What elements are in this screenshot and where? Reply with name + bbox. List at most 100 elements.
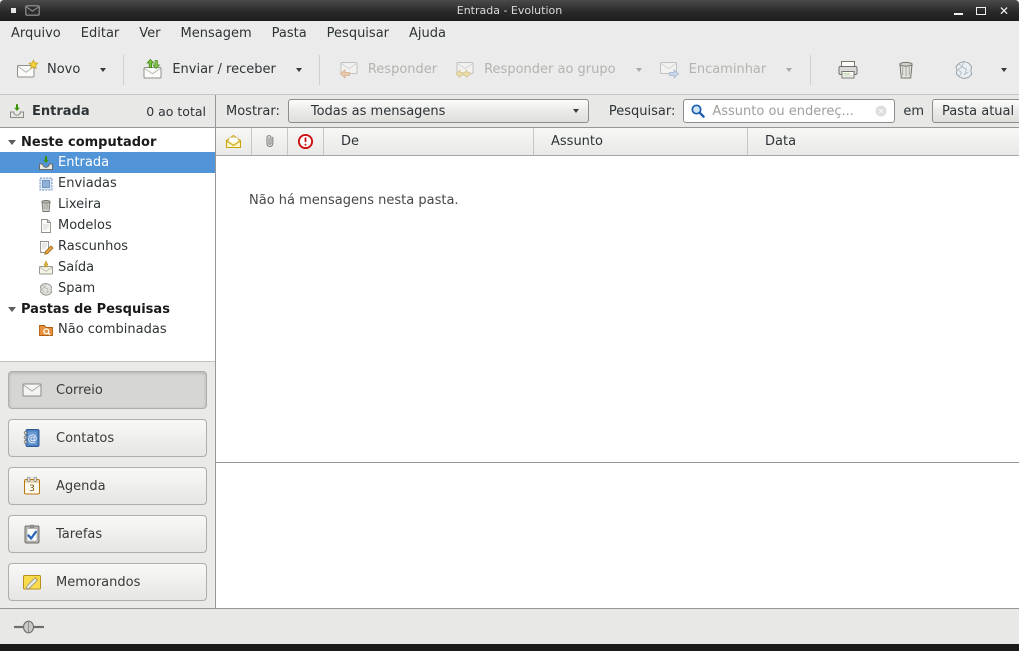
filterbar: Entrada 0 ao total Mostrar: Todas as men… — [0, 95, 1019, 128]
attachment-icon — [262, 133, 278, 150]
folder-saida[interactable]: Saída — [0, 257, 215, 278]
folder-modelos[interactable]: Modelos — [0, 215, 215, 236]
message-area: De Assunto Data Não há mensagens nesta p… — [216, 128, 1019, 608]
send-receive-icon — [141, 58, 165, 82]
reply-all-dropdown-icon[interactable] — [636, 68, 642, 72]
window-mail-icon — [25, 5, 40, 16]
folder-spam[interactable]: Spam — [0, 278, 215, 299]
trash-icon — [38, 197, 54, 213]
send-receive-label: Enviar / receber — [172, 62, 276, 77]
reply-all-button[interactable]: Responder ao grupo — [445, 52, 650, 88]
read-status-icon — [225, 134, 242, 149]
column-important[interactable] — [288, 128, 324, 155]
delete-button[interactable] — [885, 52, 927, 88]
toolbar-separator — [810, 55, 811, 85]
junk-button[interactable] — [943, 52, 985, 88]
new-mail-icon — [16, 58, 40, 82]
bottom-edge — [0, 644, 1019, 651]
minimize-button[interactable] — [952, 5, 964, 17]
clear-icon[interactable] — [874, 104, 888, 118]
toolbar: Novo Enviar / receber Responder Responde… — [0, 45, 1019, 95]
folder-header: Entrada 0 ao total — [0, 95, 216, 127]
maximize-button[interactable] — [975, 5, 987, 17]
filter-controls: Mostrar: Todas as mensagens Pesquisar: e… — [216, 95, 1019, 127]
search-input[interactable] — [712, 104, 868, 119]
svg-text:3: 3 — [29, 484, 35, 494]
inbox-icon — [38, 155, 54, 171]
folder-label: Enviadas — [58, 176, 117, 191]
toolbar-separator — [123, 55, 124, 85]
folder-count: 0 ao total — [146, 104, 206, 119]
send-receive-button[interactable]: Enviar / receber — [133, 52, 310, 88]
folder-group-pastas-de-pesquisas[interactable]: Pastas de Pesquisas — [0, 299, 215, 319]
show-filter-dropdown[interactable]: Todas as mensagens — [288, 99, 589, 123]
folder-group-neste-computador[interactable]: Neste computador — [0, 132, 215, 152]
menu-ver[interactable]: Ver — [129, 23, 170, 44]
column-de[interactable]: De — [324, 128, 534, 155]
print-icon — [836, 58, 860, 82]
print-button[interactable] — [827, 52, 869, 88]
folder-enviadas[interactable]: Enviadas — [0, 173, 215, 194]
component-switcher: Correio @ Contatos 3 Agenda Tarefas Memo… — [0, 361, 215, 608]
folder-search-icon — [38, 322, 54, 338]
plug-icon[interactable] — [13, 620, 45, 634]
menu-mensagem[interactable]: Mensagem — [171, 23, 262, 44]
switcher-contatos[interactable]: @ Contatos — [8, 419, 207, 457]
column-assunto[interactable]: Assunto — [534, 128, 748, 155]
column-data[interactable]: Data — [748, 128, 1019, 155]
folder-lixeira[interactable]: Lixeira — [0, 194, 215, 215]
new-message-button[interactable]: Novo — [8, 52, 114, 88]
column-attachment[interactable] — [252, 128, 288, 155]
switcher-tarefas[interactable]: Tarefas — [8, 515, 207, 553]
forward-icon — [658, 58, 682, 82]
send-receive-dropdown-icon[interactable] — [296, 68, 302, 72]
close-button[interactable]: ✕ — [998, 5, 1010, 17]
folder-nao-combinadas[interactable]: Não combinadas — [0, 319, 215, 340]
menu-editar[interactable]: Editar — [71, 23, 130, 44]
group-label: Pastas de Pesquisas — [21, 302, 170, 317]
folder-label: Entrada — [58, 155, 109, 170]
sent-icon — [38, 176, 54, 192]
expander-icon[interactable] — [8, 307, 16, 312]
folder-entrada[interactable]: Entrada — [0, 152, 215, 173]
switcher-label: Agenda — [56, 479, 106, 494]
folder-label: Não combinadas — [58, 322, 167, 337]
switcher-correio[interactable]: Correio — [8, 371, 207, 409]
tasks-icon — [21, 523, 43, 545]
switcher-memorandos[interactable]: Memorandos — [8, 563, 207, 601]
menu-arquivo[interactable]: Arquivo — [1, 23, 71, 44]
menu-ajuda[interactable]: Ajuda — [399, 23, 456, 44]
outbox-icon — [38, 260, 54, 276]
forward-button[interactable]: Encaminhar — [650, 52, 801, 88]
folder-label: Saída — [58, 260, 94, 275]
show-filter-value: Todas as mensagens — [311, 104, 446, 119]
preview-pane[interactable] — [216, 462, 1019, 608]
folder-tree: Neste computador Entrada Enviadas Lixeir… — [0, 128, 215, 361]
switcher-label: Correio — [56, 383, 103, 398]
toolbar-separator — [319, 55, 320, 85]
column-read-status[interactable] — [216, 128, 252, 155]
statusbar — [0, 608, 1019, 644]
search-scope-dropdown[interactable]: Pasta atual — [932, 99, 1019, 123]
empty-folder-message: Não há mensagens nesta pasta. — [249, 193, 459, 208]
mostrar-label: Mostrar: — [226, 104, 280, 119]
templates-icon — [38, 218, 54, 234]
inbox-icon — [9, 103, 25, 119]
message-list[interactable]: Não há mensagens nesta pasta. — [216, 156, 1019, 462]
titlebar[interactable]: Entrada - Evolution ✕ — [0, 0, 1019, 21]
important-icon — [297, 133, 314, 150]
folder-rascunhos[interactable]: Rascunhos — [0, 236, 215, 257]
search-entry[interactable] — [683, 99, 895, 123]
forward-dropdown-icon[interactable] — [786, 68, 792, 72]
switcher-agenda[interactable]: 3 Agenda — [8, 467, 207, 505]
column-label: Assunto — [551, 134, 603, 149]
menu-pesquisar[interactable]: Pesquisar — [317, 23, 399, 44]
reply-button[interactable]: Responder — [329, 52, 445, 88]
search-scope-value: Pasta atual — [942, 104, 1014, 119]
menu-pasta[interactable]: Pasta — [262, 23, 317, 44]
menubar: Arquivo Editar Ver Mensagem Pasta Pesqui… — [0, 21, 1019, 45]
expander-icon[interactable] — [8, 140, 16, 145]
toolbar-overflow-icon[interactable] — [1001, 68, 1007, 72]
reply-all-label: Responder ao grupo — [484, 62, 616, 77]
new-message-dropdown-icon[interactable] — [100, 68, 106, 72]
